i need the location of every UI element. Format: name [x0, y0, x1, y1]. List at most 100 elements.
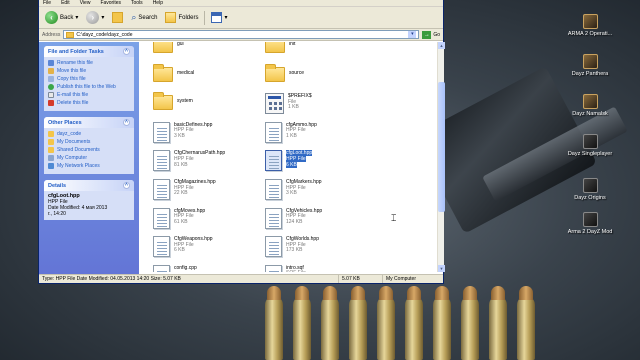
- folder-icon: [265, 42, 285, 53]
- address-label: Address: [42, 31, 61, 38]
- place-my-documents[interactable]: My Documents: [48, 139, 130, 145]
- menu-edit[interactable]: Edit: [61, 0, 70, 6]
- desktop-icon-dayz-origins[interactable]: Dayz Origins: [562, 178, 618, 201]
- task-move[interactable]: Move this file: [48, 68, 130, 74]
- search-button[interactable]: ⌕ Search: [129, 11, 159, 24]
- game-icon: [582, 178, 598, 193]
- file-item[interactable]: CfgWorlds.hpp HPP File 173 KB: [265, 234, 375, 261]
- panel-header[interactable]: Other Places ˄: [44, 117, 134, 128]
- place-shared-documents[interactable]: Shared Documents: [48, 147, 130, 153]
- folder-icon: [153, 42, 173, 53]
- task-delete[interactable]: Delete this file: [48, 100, 130, 106]
- details-panel: Details ˄ cfgLoot.hpp HPP File Date Modi…: [44, 180, 134, 220]
- scroll-up-icon[interactable]: ▲: [438, 42, 445, 49]
- menu-tools[interactable]: Tools: [131, 0, 143, 6]
- views-button[interactable]: ▾: [209, 11, 229, 24]
- place-dayz-code[interactable]: dayz_code: [48, 131, 130, 137]
- bullet: [321, 286, 339, 360]
- tile-text: intro.sqfSQF File: [286, 263, 306, 272]
- explorer-window: File Edit View Favorites Tools Help ‹ Ba…: [38, 0, 445, 284]
- file-item[interactable]: cfgLoot.hpp HPP File 6 KB: [265, 148, 375, 175]
- tile-text: CfgWorlds.hpp HPP File 173 KB: [286, 234, 319, 254]
- desktop-icon-arma2-dayz-mod[interactable]: Arma 2 DayZ Mod: [562, 212, 618, 235]
- place-label: Shared Documents: [57, 147, 100, 153]
- place-my-network-places[interactable]: My Network Places: [48, 163, 130, 169]
- file-size: 81 KB: [174, 161, 188, 168]
- network-icon: [48, 163, 54, 169]
- go-button[interactable]: → Go: [422, 30, 440, 39]
- application-icon: [265, 93, 284, 115]
- file-item[interactable]: CfgChernarusPath.hpp HPP File 81 KB: [153, 148, 263, 175]
- task-rename[interactable]: Rename this file: [48, 60, 130, 66]
- folder-item[interactable]: system: [153, 91, 263, 118]
- place-my-computer[interactable]: My Computer: [48, 155, 130, 161]
- file-item[interactable]: cfgMoves.hpp HPP File 61 KB: [153, 206, 263, 233]
- tile-text: config.cpp: [174, 263, 197, 272]
- desktop-icon-arma2-operation[interactable]: ARMA 2 Operati...: [562, 14, 618, 37]
- game-icon: [582, 134, 598, 149]
- file-item[interactable]: cfgAmmo.hpp HPP File 1 KB: [265, 120, 375, 147]
- tile-text: system: [177, 91, 193, 105]
- file-item[interactable]: CfgWeapons.hpp HPP File 6 KB: [153, 234, 263, 261]
- menu-help[interactable]: Help: [153, 0, 163, 6]
- move-icon: [48, 68, 54, 74]
- bullet: [517, 286, 535, 360]
- folder-item[interactable]: init: [265, 42, 375, 61]
- file-name: system: [177, 98, 193, 105]
- file-item[interactable]: CfgMagazines.hpp HPP File 22 KB: [153, 177, 263, 204]
- panel-header[interactable]: File and Folder Tasks ˄: [44, 46, 134, 57]
- collapse-icon[interactable]: ˄: [123, 48, 130, 55]
- folder-item[interactable]: medical: [153, 63, 263, 90]
- go-label: Go: [433, 31, 440, 38]
- collapse-icon[interactable]: ˄: [123, 119, 130, 126]
- up-folder-button[interactable]: [110, 11, 125, 24]
- menu-view[interactable]: View: [80, 0, 91, 6]
- folders-button[interactable]: Folders: [163, 11, 200, 24]
- forward-arrow-icon: ›: [86, 11, 100, 24]
- desktop-icon-dayz-namalsk[interactable]: Dayz Namalsk: [562, 94, 618, 117]
- file-name: init: [289, 42, 296, 47]
- task-publish[interactable]: Publish this file to the Web: [48, 84, 130, 90]
- collapse-icon[interactable]: ˄: [123, 182, 130, 189]
- file-name: gui: [177, 42, 184, 47]
- document-icon: [153, 264, 170, 272]
- document-icon: [265, 207, 282, 229]
- delete-icon: [48, 100, 54, 106]
- file-item[interactable]: CfgVehicles.hpp HPP File 124 KB: [265, 206, 375, 233]
- task-email[interactable]: E-mail this file: [48, 92, 130, 98]
- file-item[interactable]: CfgMarkers.hpp HPP File 3 KB: [265, 177, 375, 204]
- back-button[interactable]: ‹ Back ▾: [43, 10, 80, 25]
- bullet: [461, 286, 479, 360]
- forward-button[interactable]: › ▾: [84, 10, 106, 25]
- panel-title: Details: [48, 182, 67, 189]
- task-copy[interactable]: Copy this file: [48, 76, 130, 82]
- status-size: 5.07 KB: [339, 275, 383, 283]
- panel-header[interactable]: Details ˄: [44, 180, 134, 191]
- file-size: 22 KB: [174, 190, 188, 197]
- copy-icon: [48, 76, 54, 82]
- file-size: 61 KB: [174, 218, 188, 225]
- tile-text: CfgMagazines.hpp HPP File 22 KB: [174, 177, 216, 197]
- file-item[interactable]: intro.sqfSQF File: [265, 263, 375, 272]
- chevron-down-icon: ▾: [224, 15, 228, 21]
- task-label: Publish this file to the Web: [57, 84, 116, 90]
- place-label: My Computer: [57, 155, 88, 161]
- chevron-down-icon[interactable]: ▾: [408, 31, 417, 38]
- menu-file[interactable]: File: [43, 0, 51, 6]
- file-item[interactable]: config.cpp: [153, 263, 263, 272]
- desktop-icon-dayz-singleplayer[interactable]: Dayz Singleplayer: [562, 134, 618, 157]
- file-type: SQF File: [286, 270, 306, 272]
- folder-item[interactable]: source: [265, 63, 375, 90]
- menu-favorites[interactable]: Favorites: [100, 0, 121, 6]
- folder-icon: [153, 63, 173, 82]
- address-bar: Address C:\dayz_code\dayz_code ▾ → Go: [39, 29, 443, 41]
- file-item[interactable]: $PREFIX$ File 1 KB: [265, 91, 375, 118]
- address-field[interactable]: C:\dayz_code\dayz_code ▾: [63, 30, 420, 39]
- vertical-scrollbar[interactable]: ▲ ▼: [437, 42, 445, 272]
- folder-item[interactable]: gui: [153, 42, 263, 61]
- document-icon: [265, 236, 282, 258]
- scroll-down-icon[interactable]: ▼: [438, 265, 445, 272]
- desktop-icon-dayz-panthera[interactable]: Dayz Panthera: [562, 54, 618, 77]
- file-item[interactable]: basicDefines.hpp HPP File 3 KB: [153, 120, 263, 147]
- scroll-thumb[interactable]: [438, 82, 445, 212]
